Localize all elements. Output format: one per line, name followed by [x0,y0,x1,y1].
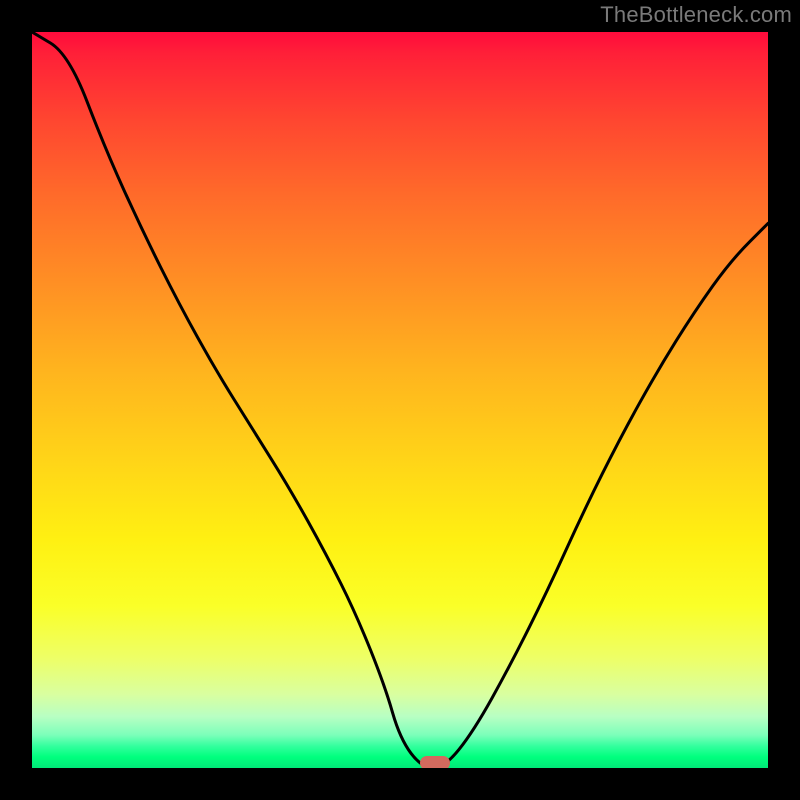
bottleneck-curve [32,32,768,768]
watermark-text: TheBottleneck.com [600,2,792,28]
optimal-marker [420,756,450,768]
chart-root: TheBottleneck.com [0,0,800,800]
plot-area [32,32,768,768]
